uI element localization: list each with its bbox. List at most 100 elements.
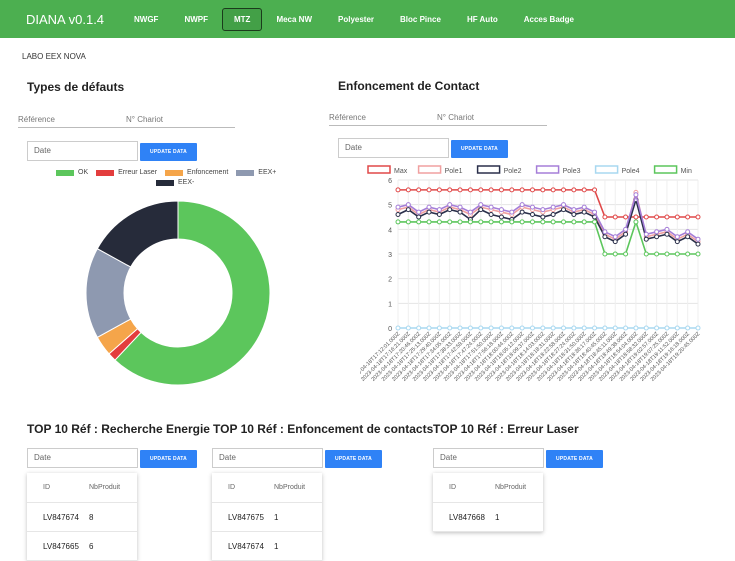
series-point-min[interactable] <box>612 251 618 257</box>
series-point-max[interactable] <box>540 187 546 193</box>
nav-item-nwgf[interactable]: NWGF <box>122 8 170 31</box>
series-point-pole2[interactable] <box>685 234 691 240</box>
series-point-pole4[interactable] <box>633 325 639 331</box>
series-point-pole3[interactable] <box>550 204 556 210</box>
series-point-pole3[interactable] <box>519 202 525 208</box>
series-point-pole3[interactable] <box>561 202 567 208</box>
top1-update-button[interactable]: UPDATE DATA <box>140 450 197 468</box>
series-point-min[interactable] <box>602 251 608 257</box>
series-point-max[interactable] <box>529 187 535 193</box>
series-point-pole3[interactable] <box>602 229 608 235</box>
series-point-pole3[interactable] <box>664 226 670 232</box>
series-point-pole3[interactable] <box>447 202 453 208</box>
contact-update-button[interactable]: UPDATE DATA <box>451 140 508 158</box>
series-point-min[interactable] <box>571 219 577 225</box>
top1-date-input[interactable]: Date <box>27 448 138 468</box>
series-point-min[interactable] <box>488 219 494 225</box>
series-point-pole2[interactable] <box>550 212 556 218</box>
series-point-max[interactable] <box>571 187 577 193</box>
series-point-min[interactable] <box>664 251 670 257</box>
column-header-id[interactable]: ID <box>43 484 89 491</box>
series-point-pole3[interactable] <box>581 204 587 210</box>
series-point-pole4[interactable] <box>447 325 453 331</box>
series-point-pole4[interactable] <box>581 325 587 331</box>
series-point-pole4[interactable] <box>550 325 556 331</box>
series-point-pole2[interactable] <box>426 209 432 215</box>
series-point-pole2[interactable] <box>395 212 401 218</box>
series-point-pole4[interactable] <box>436 325 442 331</box>
series-point-min[interactable] <box>467 219 473 225</box>
series-point-max[interactable] <box>612 214 618 220</box>
series-point-pole2[interactable] <box>519 209 525 215</box>
series-point-min[interactable] <box>550 219 556 225</box>
series-point-min[interactable] <box>509 219 515 225</box>
series-point-pole4[interactable] <box>664 325 670 331</box>
series-point-pole3[interactable] <box>685 229 691 235</box>
series-point-pole2[interactable] <box>416 214 422 220</box>
series-point-pole2[interactable] <box>561 207 567 213</box>
series-point-min[interactable] <box>529 219 535 225</box>
series-point-pole4[interactable] <box>467 325 473 331</box>
series-point-min[interactable] <box>478 219 484 225</box>
series-point-pole4[interactable] <box>612 325 618 331</box>
series-point-pole4[interactable] <box>416 325 422 331</box>
series-point-pole3[interactable] <box>426 204 432 210</box>
series-point-pole4[interactable] <box>561 325 567 331</box>
series-point-max[interactable] <box>602 214 608 220</box>
series-point-min[interactable] <box>674 251 680 257</box>
column-header-id[interactable]: ID <box>228 484 274 491</box>
column-header-nbproduit[interactable]: NbProduit <box>274 484 305 491</box>
series-point-pole3[interactable] <box>529 204 535 210</box>
series-point-pole3[interactable] <box>633 192 639 198</box>
series-point-pole3[interactable] <box>498 207 504 213</box>
series-point-pole2[interactable] <box>674 239 680 245</box>
series-point-pole2[interactable] <box>695 241 701 247</box>
series-point-max[interactable] <box>395 187 401 193</box>
defects-update-button[interactable]: UPDATE DATA <box>140 143 197 161</box>
series-point-pole4[interactable] <box>457 325 463 331</box>
series-point-pole4[interactable] <box>654 325 660 331</box>
series-point-pole4[interactable] <box>571 325 577 331</box>
series-point-min[interactable] <box>643 251 649 257</box>
series-point-max[interactable] <box>498 187 504 193</box>
series-point-min[interactable] <box>581 219 587 225</box>
series-point-pole2[interactable] <box>447 207 453 213</box>
legend-item-erreur-laser[interactable]: Erreur Laser <box>96 169 157 176</box>
series-point-min[interactable] <box>592 219 598 225</box>
series-point-max[interactable] <box>674 214 680 220</box>
series-point-min[interactable] <box>416 219 422 225</box>
table-row[interactable]: LV847674 8 <box>27 503 137 532</box>
series-point-max[interactable] <box>592 187 598 193</box>
series-point-max[interactable] <box>561 187 567 193</box>
series-point-pole2[interactable] <box>654 234 660 240</box>
series-point-pole2[interactable] <box>623 231 629 237</box>
series-point-pole3[interactable] <box>540 207 546 213</box>
series-point-pole3[interactable] <box>509 209 515 215</box>
series-point-pole4[interactable] <box>426 325 432 331</box>
series-point-pole3[interactable] <box>478 202 484 208</box>
series-point-max[interactable] <box>685 214 691 220</box>
series-point-max[interactable] <box>426 187 432 193</box>
series-point-pole2[interactable] <box>457 209 463 215</box>
series-point-pole2[interactable] <box>643 236 649 242</box>
series-point-pole3[interactable] <box>436 207 442 213</box>
series-point-min[interactable] <box>519 219 525 225</box>
nav-item-hf-auto[interactable]: HF Auto <box>455 8 510 31</box>
contact-reference-field[interactable]: Référence N° Chariot <box>329 110 547 126</box>
nav-item-acces-badge[interactable]: Acces Badge <box>512 8 586 31</box>
series-point-min[interactable] <box>654 251 660 257</box>
series-point-max[interactable] <box>416 187 422 193</box>
top2-date-input[interactable]: Date <box>212 448 323 468</box>
series-point-pole4[interactable] <box>395 325 401 331</box>
series-point-min[interactable] <box>405 219 411 225</box>
nav-item-bloc-pince[interactable]: Bloc Pince <box>388 8 453 31</box>
series-point-max[interactable] <box>447 187 453 193</box>
series-point-max[interactable] <box>457 187 463 193</box>
series-point-pole2[interactable] <box>612 239 618 245</box>
series-point-max[interactable] <box>488 187 494 193</box>
series-point-min[interactable] <box>498 219 504 225</box>
series-point-pole2[interactable] <box>405 207 411 213</box>
line-legend-pole2[interactable]: Pole2 <box>476 165 522 175</box>
series-point-min[interactable] <box>426 219 432 225</box>
top3-date-input[interactable]: Date <box>433 448 544 468</box>
